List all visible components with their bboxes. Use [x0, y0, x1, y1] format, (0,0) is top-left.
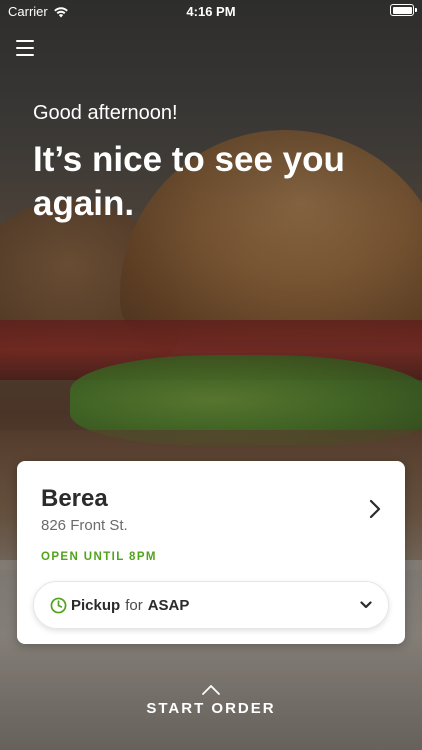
order-mode: Pickup	[71, 596, 121, 614]
clock-time: 4:16 PM	[186, 4, 236, 19]
greeting-text: Good afternoon!	[33, 102, 178, 124]
chevron-up-icon	[202, 685, 220, 695]
start-order-button[interactable]: START ORDER	[0, 684, 422, 718]
clock-icon	[50, 597, 67, 613]
store-name: Berea	[41, 485, 108, 512]
order-time: ASAP	[147, 596, 190, 614]
welcome-headline: It’s nice to see you again.	[33, 140, 345, 223]
battery-icon	[390, 4, 417, 16]
chevron-right-icon[interactable]	[367, 499, 383, 519]
order-mode-selector[interactable]: Pickup for ASAP	[33, 581, 389, 629]
chevron-down-icon[interactable]	[360, 600, 372, 610]
order-mode-connector: for	[125, 596, 143, 614]
open-status-label: OPEN UNTIL 8PM	[41, 551, 157, 563]
store-address: 826 Front St.	[41, 517, 128, 534]
start-order-label: START ORDER	[146, 700, 276, 717]
status-bar: Carrier 4:16 PM	[0, 0, 422, 22]
hamburger-menu-icon[interactable]	[16, 40, 34, 56]
location-card[interactable]: Berea 826 Front St. OPEN UNTIL 8PM Picku…	[17, 461, 405, 644]
